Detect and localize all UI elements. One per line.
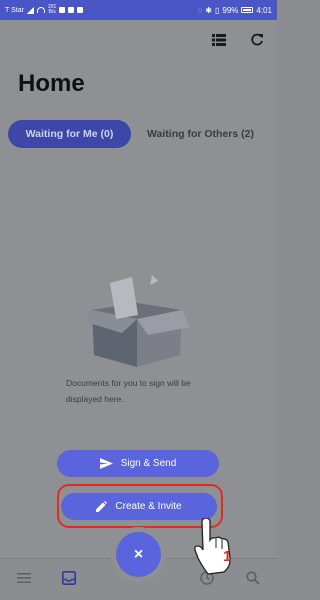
step-number-badge: 1 (223, 548, 232, 565)
sign-and-send-button[interactable]: Sign & Send (57, 450, 219, 477)
menu-button[interactable] (15, 569, 33, 587)
status-bar: T Star 201 B/s ◌ ✱ ▯ 99% 4:01 (0, 0, 277, 20)
refresh-button[interactable] (249, 32, 265, 48)
sign-and-send-label: Sign & Send (120, 458, 177, 469)
net-speed-unit: B/s (48, 9, 56, 15)
tab-waiting-for-me[interactable]: Waiting for Me (0) (8, 120, 131, 148)
app-screen: Home Waiting for Me (0) Waiting for Othe… (0, 20, 277, 600)
tab-bar: Waiting for Me (0) Waiting for Others (2… (8, 120, 270, 148)
inbox-button[interactable] (60, 569, 78, 587)
nfc-icon: ◌ (197, 5, 203, 15)
empty-state-message: Documents for you to sign will be displa… (66, 378, 191, 404)
notification-icon (59, 7, 66, 13)
bluetooth-icon: ✱ (205, 5, 212, 15)
battery-percent: 99% (222, 5, 239, 15)
close-menu-button[interactable]: × (116, 532, 161, 577)
search-icon (246, 571, 260, 585)
list-view-icon (212, 34, 226, 46)
net-speed: 201 B/s (48, 5, 56, 15)
facebook-icon (68, 7, 75, 13)
battery-icon (241, 7, 254, 13)
page-title: Home (18, 70, 85, 97)
search-button[interactable] (244, 569, 262, 587)
list-view-button[interactable] (211, 32, 227, 48)
refresh-icon (251, 33, 263, 46)
menu-icon (17, 573, 31, 583)
inbox-icon (62, 571, 76, 585)
carrier-label: T Star (5, 6, 24, 14)
vibrate-icon: ▯ (215, 5, 220, 15)
clock: 4:01 (256, 5, 272, 15)
signal-icon (26, 6, 34, 14)
wifi-icon (36, 7, 45, 13)
close-icon: × (133, 545, 144, 563)
send-icon (99, 458, 113, 469)
image-icon (77, 7, 84, 13)
pointing-hand-icon (194, 518, 231, 575)
tab-waiting-for-others[interactable]: Waiting for Others (2) (131, 120, 270, 148)
top-action-bar (211, 32, 265, 48)
empty-box-illustration (82, 275, 190, 367)
